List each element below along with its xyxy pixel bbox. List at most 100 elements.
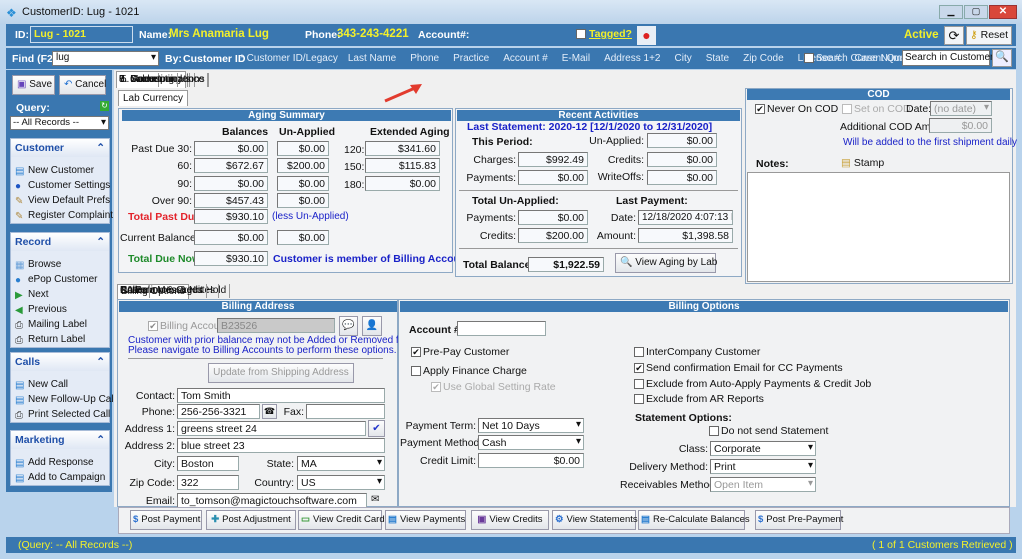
prepay-customer-checkbox[interactable]: ✔: [411, 347, 421, 357]
sidebar-item-new-call[interactable]: ▤ New Call: [11, 377, 109, 392]
update-from-shipping-button[interactable]: Update from Shipping Address: [208, 363, 354, 383]
sidebar-item-label: ePop Customer: [28, 274, 98, 285]
search-by-option[interactable]: State: [706, 53, 729, 64]
sidebar-item-customer-settings[interactable]: ● Customer Settings: [11, 178, 110, 193]
collapse-icon[interactable]: ⌃: [96, 434, 105, 446]
notes-textarea[interactable]: [747, 172, 1010, 282]
view-aging-by-lab-button[interactable]: 🔍 View Aging by Lab: [615, 253, 717, 273]
collapse-icon[interactable]: ⌃: [96, 142, 105, 154]
reset-button[interactable]: ⚷ Reset: [966, 26, 1012, 45]
view-statements-button[interactable]: ⚙ View Statements: [552, 510, 638, 530]
payment-method-select[interactable]: Cash: [478, 435, 584, 450]
sidebar-item-return-label[interactable]: ⎙ Return Label: [11, 332, 109, 347]
tagged-checkbox[interactable]: [576, 29, 586, 39]
address1-input[interactable]: greens street 24: [177, 421, 366, 436]
search-by-option[interactable]: Account #: [503, 53, 547, 64]
user-icon[interactable]: 👤: [362, 316, 382, 336]
sidebar-item-register-complaint[interactable]: ✎ Register Complaint: [11, 208, 113, 223]
search-input[interactable]: Search in Customer: [902, 50, 993, 66]
sidebar-item-mailing-label[interactable]: ⎙ Mailing Label: [11, 317, 109, 332]
refresh-icon[interactable]: ⟳: [944, 26, 964, 45]
search-by-option[interactable]: City: [675, 53, 692, 64]
cod-date-select[interactable]: (no date): [930, 101, 992, 116]
phone-input[interactable]: 256-256-3321: [177, 404, 260, 419]
sidebar-item-print-selected-call[interactable]: ⎙ Print Selected Call: [11, 407, 110, 422]
exclude-ar-reports-checkbox[interactable]: [634, 394, 644, 404]
class-select[interactable]: Corporate: [710, 441, 816, 456]
view-credit-cards-button[interactable]: ▭ View Credit Cards: [298, 510, 389, 530]
post-payment-button[interactable]: $ Post Payment: [130, 510, 202, 530]
city-input[interactable]: Boston: [177, 456, 239, 471]
use-global-setting-rate-checkbox[interactable]: ✔: [431, 382, 441, 392]
close-button[interactable]: ✕: [989, 5, 1017, 19]
search-by-option[interactable]: * Customer ID/Legacy: [240, 53, 338, 64]
email-input[interactable]: to_tomson@magictouchsoftware.com: [177, 493, 367, 508]
tab-marketing[interactable]: 9. Marketing: [116, 73, 179, 87]
never-on-cod-checkbox[interactable]: ✔: [755, 104, 765, 114]
cancel-button[interactable]: ↶ Cancel: [59, 75, 106, 95]
minimize-button[interactable]: ▁: [939, 5, 963, 19]
search-by-option[interactable]: Address 1+2: [604, 53, 660, 64]
sidebar-group-header[interactable]: Calls ⌃: [11, 353, 109, 371]
credit-limit-input[interactable]: $0.00: [478, 453, 584, 468]
delivery-method-select[interactable]: Print: [710, 459, 816, 474]
search-by-option[interactable]: Zip Code: [743, 53, 784, 64]
sidebar-item-browse[interactable]: ▦ Browse: [11, 257, 109, 272]
state-select[interactable]: MA: [297, 456, 385, 471]
country-select[interactable]: US: [297, 475, 385, 490]
sidebar-item-previous[interactable]: ◀ Previous: [11, 302, 109, 317]
set-on-cod-checkbox[interactable]: [842, 104, 852, 114]
payment-term-select[interactable]: Net 10 Days: [478, 418, 584, 433]
intercompany-customer-checkbox[interactable]: [634, 347, 644, 357]
search-by-option[interactable]: Last Name: [348, 53, 396, 64]
id-field[interactable]: Lug - 1021: [30, 26, 133, 43]
status-bar: [6, 537, 1016, 553]
search-current-query-checkbox[interactable]: [804, 53, 814, 63]
post-pre-payment-button[interactable]: $ Post Pre-Payment: [755, 510, 843, 530]
sidebar-item-new-customer[interactable]: ▤ New Customer: [11, 163, 109, 178]
post-adjustment-button[interactable]: ✚ Post Adjustment: [206, 510, 296, 530]
search-by-option[interactable]: E-Mail: [562, 53, 590, 64]
sidebar-item-add-to-campaign[interactable]: ▤ Add to Campaign: [11, 470, 109, 485]
sidebar-item-next[interactable]: ▶ Next: [11, 287, 109, 302]
collapse-icon[interactable]: ⌃: [96, 356, 105, 368]
fax-input[interactable]: [306, 404, 385, 419]
search-icon[interactable]: 🔍: [992, 49, 1012, 67]
zip-input[interactable]: 322: [177, 475, 239, 490]
tab-lab-currency[interactable]: Lab Currency: [118, 90, 189, 106]
view-credits-button[interactable]: ▣ View Credits: [471, 510, 549, 530]
tab-notes[interactable]: Notes: [117, 284, 151, 298]
chat-icon[interactable]: 💬: [339, 316, 358, 336]
sidebar-item-new-follow-up-call[interactable]: ▤ New Follow-Up Call: [11, 392, 116, 407]
sidebar-item-add-response[interactable]: ▤ Add Response: [11, 455, 109, 470]
stamp-button[interactable]: ▤ Stamp: [841, 157, 884, 169]
billing-account-checkbox[interactable]: ✔: [148, 321, 158, 331]
sidebar-group-header[interactable]: Customer ⌃: [11, 139, 109, 157]
re-calculate-balances-button[interactable]: ▤ Re-Calculate Balances: [638, 510, 750, 530]
collapse-icon[interactable]: ⌃: [96, 236, 105, 248]
view-payments-button[interactable]: ▤ View Payments: [385, 510, 466, 530]
map-pin-icon[interactable]: ●: [637, 26, 656, 45]
do-not-send-statement-checkbox[interactable]: [709, 426, 719, 436]
exclude-auto-apply-checkbox[interactable]: [634, 379, 644, 389]
search-by-option[interactable]: Practice: [453, 53, 489, 64]
address2-input[interactable]: blue street 23: [177, 438, 385, 453]
send-confirmation-email-checkbox[interactable]: ✔: [634, 363, 644, 373]
sidebar-group-header[interactable]: Marketing ⌃: [11, 431, 109, 449]
search-by-option[interactable]: Phone: [410, 53, 439, 64]
maximize-button[interactable]: ▢: [964, 5, 988, 19]
apply-finance-charge-checkbox[interactable]: [411, 366, 421, 376]
query-select[interactable]: -- All Records --: [10, 116, 109, 130]
sidebar-item-view-default-prefs[interactable]: ✎ View Default Prefs: [11, 193, 110, 208]
phone-dial-icon[interactable]: ☎: [262, 404, 277, 419]
sidebar-item-epop-customer[interactable]: ● ePop Customer: [11, 272, 109, 287]
validate-address-icon[interactable]: ✔: [368, 420, 385, 437]
sidebar-group-header[interactable]: Record ⌃: [11, 233, 109, 251]
receivables-method-select[interactable]: Open Item: [710, 477, 816, 492]
find-input[interactable]: lug: [52, 51, 159, 66]
account-number-input[interactable]: [457, 321, 546, 336]
save-button[interactable]: ▣ Save: [12, 75, 55, 95]
email-icon[interactable]: ✉: [371, 494, 379, 505]
query-refresh-icon[interactable]: ↻: [100, 101, 109, 111]
contact-input[interactable]: Tom Smith: [177, 388, 385, 403]
